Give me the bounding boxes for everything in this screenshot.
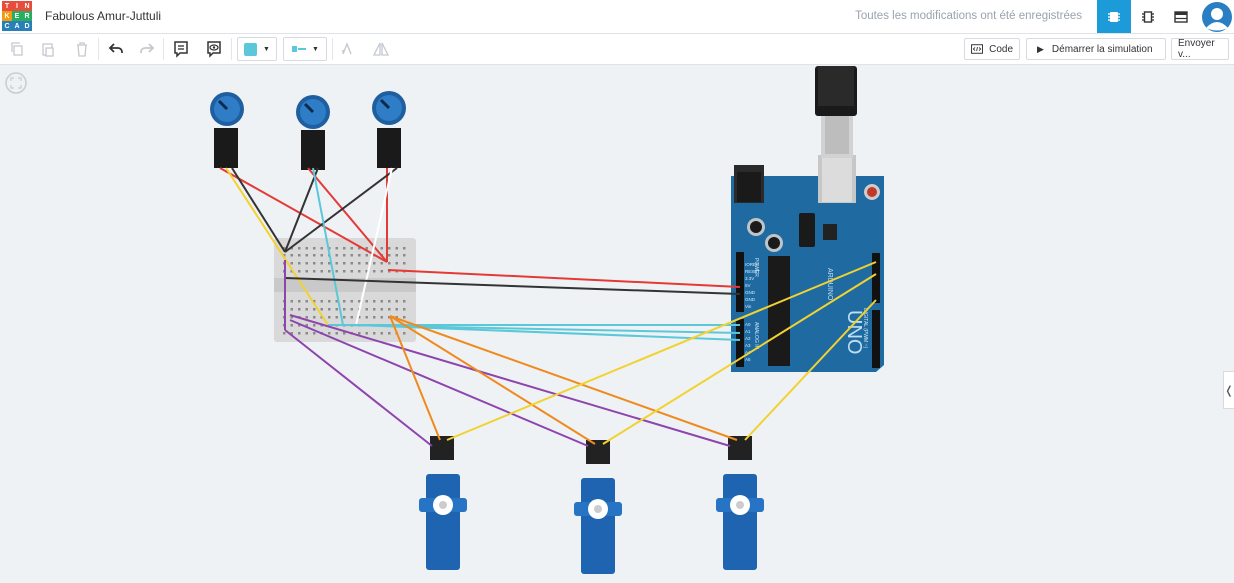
user-avatar[interactable] — [1199, 0, 1234, 33]
logo-letter: I — [12, 1, 22, 11]
logo-letter: D — [22, 21, 32, 31]
power-pin-label: IOREF — [745, 262, 759, 267]
wire-type-icon — [292, 46, 307, 52]
list-icon — [1174, 10, 1188, 23]
analog-section-label: ANALOG IN — [753, 322, 759, 350]
code-label: Code — [989, 43, 1013, 55]
collapse-panel-button[interactable]: ❬ — [1223, 371, 1234, 409]
notes-button[interactable] — [170, 37, 192, 61]
wire-type-dropdown[interactable]: ▼ — [283, 37, 327, 61]
fit-view-icon[interactable] — [5, 72, 27, 94]
flip-icon — [372, 42, 390, 56]
send-label: Envoyer v... — [1178, 38, 1215, 60]
power-pin-label: GND — [745, 297, 756, 302]
servo-1[interactable] — [419, 436, 467, 570]
schematic-view-button[interactable] — [1131, 0, 1165, 33]
logo-letter: K — [2, 11, 12, 21]
code-button[interactable]: Code — [964, 38, 1020, 60]
power-pin-label: 5V — [745, 283, 751, 288]
project-title[interactable]: Fabulous Amur-Juttuli — [45, 9, 161, 23]
start-simulation-button[interactable]: ▶ Démarrer la simulation — [1026, 38, 1166, 60]
analog-pin-label: A5 — [745, 357, 751, 362]
wire-color-dropdown[interactable]: ▼ — [237, 37, 277, 61]
arduino-uno[interactable]: UNO ARDUINO POWER ANALOG IN DIGITAL (PWM… — [731, 155, 884, 372]
chevron-left-icon: ❬ — [1224, 384, 1234, 397]
chevron-down-icon: ▼ — [312, 45, 319, 53]
circuit-view-button[interactable] — [1097, 0, 1131, 33]
schematic-icon — [1142, 10, 1154, 23]
paste-icon — [42, 43, 54, 57]
paste-button[interactable] — [37, 37, 59, 61]
power-section-label: POWER — [753, 258, 759, 277]
edit-toolbar: ▼ ▼ Code ▶ Démarrer la simulation Envoye… — [0, 34, 1234, 65]
note-icon — [174, 41, 188, 58]
rotate-button[interactable] — [337, 37, 357, 61]
avatar-icon — [1201, 1, 1232, 32]
undo-button[interactable] — [105, 37, 127, 61]
play-icon: ▶ — [1037, 43, 1044, 54]
rotate-icon — [341, 42, 352, 55]
note-eye-icon — [207, 41, 221, 58]
analog-pin-label: A0 — [745, 322, 751, 327]
brand-label: ARDUINO — [826, 268, 833, 301]
component-list-button[interactable] — [1164, 0, 1198, 33]
usb-cable[interactable] — [815, 66, 857, 158]
circuit-svg: UNO ARDUINO POWER ANALOG IN DIGITAL (PWM… — [5, 66, 884, 574]
redo-icon — [140, 43, 155, 53]
trash-icon — [77, 42, 87, 57]
power-pin-label: RESET — [745, 269, 760, 274]
potentiometer-2[interactable] — [296, 95, 330, 170]
undo-icon — [108, 43, 123, 53]
potentiometer-3[interactable] — [372, 91, 406, 168]
tinkercad-logo[interactable]: TINKERCAD — [2, 1, 32, 31]
power-pin-label: Vin — [745, 304, 752, 309]
simulation-label: Démarrer la simulation — [1051, 43, 1153, 55]
power-pin-label: 3.3V — [745, 276, 754, 281]
send-to-button[interactable]: Envoyer v... — [1171, 38, 1229, 60]
flip-button[interactable] — [370, 37, 392, 61]
chevron-down-icon: ▼ — [263, 45, 270, 53]
logo-letter: R — [22, 11, 32, 21]
logo-letter: E — [12, 11, 22, 21]
notes-visibility-button[interactable] — [203, 37, 225, 61]
analog-pin-label: A1 — [745, 329, 751, 334]
servo-3[interactable] — [716, 436, 764, 570]
redo-button[interactable] — [136, 37, 158, 61]
copy-button[interactable] — [6, 37, 28, 61]
top-bar: TINKERCAD Fabulous Amur-Juttuli Toutes l… — [0, 0, 1234, 34]
delete-button[interactable] — [71, 37, 93, 61]
chip-icon — [1108, 11, 1120, 22]
circuit-canvas[interactable]: UNO ARDUINO POWER ANALOG IN DIGITAL (PWM… — [0, 65, 1234, 583]
power-pin-label: GND — [745, 290, 756, 295]
analog-pin-label: A3 — [745, 343, 751, 348]
save-status: Toutes les modifications ont été enregis… — [855, 10, 1082, 22]
potentiometer-1[interactable] — [210, 92, 244, 168]
servo-2[interactable] — [574, 440, 622, 574]
logo-letter: C — [2, 21, 12, 31]
copy-icon — [11, 42, 23, 56]
color-swatch — [244, 42, 258, 56]
logo-letter: T — [2, 1, 12, 11]
logo-letter: A — [12, 21, 22, 31]
code-icon — [971, 44, 984, 54]
analog-pin-label: A2 — [745, 336, 751, 341]
logo-letter: N — [22, 1, 32, 11]
